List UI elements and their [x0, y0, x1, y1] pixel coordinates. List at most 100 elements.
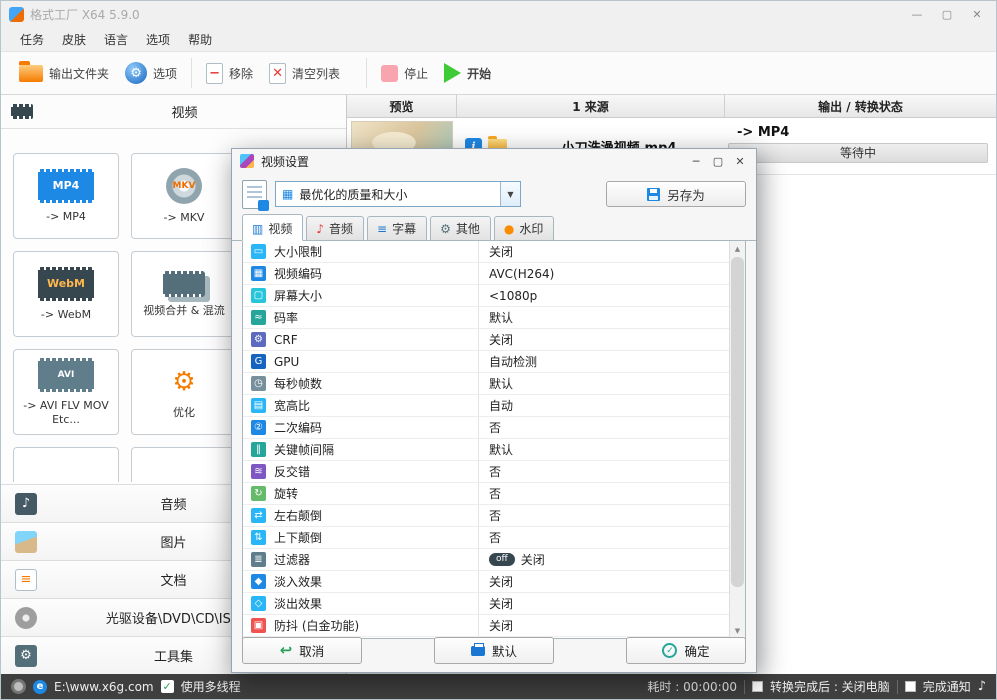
scrollbar-thumb[interactable] — [731, 257, 744, 587]
setting-row[interactable]: ⚙ CRF 关闭 — [243, 329, 729, 351]
multithread-label: 使用多线程 — [180, 680, 241, 694]
setting-value[interactable]: 默认 — [489, 375, 513, 392]
format-card-avi[interactable]: AVI -> AVI FLV MOV Etc... — [13, 349, 119, 435]
output-folder-button[interactable]: 输出文件夹 — [11, 60, 117, 87]
window-title: 格式工厂 X64 5.9.0 — [30, 7, 140, 22]
chevron-down-icon[interactable]: ▼ — [500, 182, 520, 206]
setting-row[interactable]: ▣ 防抖 (白金功能) 关闭 — [243, 615, 729, 637]
default-button[interactable]: 默认 — [434, 637, 554, 664]
maximize-button[interactable]: ▢ — [932, 3, 962, 25]
tab-watermark[interactable]: ● 水印 — [493, 216, 555, 240]
setting-value[interactable]: 关闭 — [489, 331, 513, 348]
setting-row[interactable]: ⇅ 上下颠倒 否 — [243, 527, 729, 549]
setting-value[interactable]: 关闭 — [489, 595, 513, 612]
mkv-format-icon: MKV — [166, 167, 202, 204]
scroll-down-icon[interactable]: ▼ — [730, 623, 745, 638]
minimize-button[interactable]: — — [902, 3, 932, 25]
video-section-header[interactable]: 视频 — [1, 95, 346, 129]
column-output-state[interactable]: 输出 / 转换状态 — [725, 95, 996, 117]
setting-value[interactable]: AVC(H264) — [489, 267, 554, 281]
setting-value[interactable]: 否 — [489, 529, 501, 546]
setting-row[interactable]: ↻ 旋转 否 — [243, 483, 729, 505]
format-card[interactable] — [13, 447, 119, 482]
setting-row[interactable]: ≣ 过滤器 off 关闭 — [243, 549, 729, 571]
site-path[interactable]: E:\www.x6g.com — [54, 680, 154, 694]
cancel-arrow-icon: ↩ — [279, 641, 293, 659]
setting-value[interactable]: 否 — [489, 463, 501, 480]
dialog-maximize-button[interactable]: ▢ — [708, 152, 728, 170]
options-button[interactable]: ⚙ 选项 — [117, 57, 185, 89]
close-button[interactable]: ✕ — [962, 3, 992, 25]
setting-value[interactable]: 否 — [489, 485, 501, 502]
clear-list-button[interactable]: ✕ 清空列表 — [261, 58, 348, 89]
tab-audio[interactable]: ♪ 音频 — [306, 216, 365, 240]
setting-value[interactable]: 自动检测 — [489, 353, 537, 370]
setting-row[interactable]: ② 二次编码 否 — [243, 417, 729, 439]
menu-help[interactable]: 帮助 — [179, 29, 221, 50]
setting-label: 宽高比 — [274, 399, 311, 413]
notify-checkbox[interactable] — [904, 681, 916, 692]
setting-row[interactable]: ≈ 码率 默认 — [243, 307, 729, 329]
setting-value[interactable]: 关闭 — [489, 617, 513, 634]
menu-options[interactable]: 选项 — [137, 29, 179, 50]
start-play-icon — [444, 63, 462, 83]
save-as-button[interactable]: 另存为 — [606, 181, 746, 207]
fade-out-icon: ◇ — [251, 596, 266, 611]
setting-row[interactable]: ▢ 屏幕大小 <1080p — [243, 285, 729, 307]
setting-row[interactable]: ▤ 宽高比 自动 — [243, 395, 729, 417]
dialog-title-bar[interactable]: 视频设置 ─ ▢ ✕ — [232, 149, 756, 173]
remove-button[interactable]: − 移除 — [198, 58, 261, 89]
setting-row[interactable]: G GPU 自动检测 — [243, 351, 729, 373]
menu-skin[interactable]: 皮肤 — [53, 29, 95, 50]
start-button[interactable]: 开始 — [436, 58, 499, 88]
tab-subtitle[interactable]: ≡ 字幕 — [367, 216, 428, 240]
setting-row[interactable]: ◆ 淡入效果 关闭 — [243, 571, 729, 593]
cancel-button[interactable]: ↩ 取消 — [242, 637, 362, 664]
setting-row[interactable]: ▦ 视频编码 AVC(H264) — [243, 263, 729, 285]
menu-task[interactable]: 任务 — [11, 29, 53, 50]
column-preview[interactable]: 预览 — [347, 95, 457, 117]
setting-row[interactable]: ⇄ 左右颠倒 否 — [243, 505, 729, 527]
setting-value[interactable]: 否 — [489, 507, 501, 524]
setting-row[interactable]: ‖ 关键帧间隔 默认 — [243, 439, 729, 461]
setting-row[interactable]: ◷ 每秒帧数 默认 — [243, 373, 729, 395]
format-card-optimize[interactable]: ⚙ 优化 — [131, 349, 237, 435]
format-card-webm[interactable]: WebM -> WebM — [13, 251, 119, 337]
format-card-mkv[interactable]: MKV -> MKV — [131, 153, 237, 239]
setting-label: 屏幕大小 — [274, 289, 323, 303]
column-source[interactable]: 1 来源 — [457, 95, 725, 117]
settings-scrollbar[interactable]: ▲ ▼ — [729, 241, 745, 638]
format-card[interactable] — [131, 447, 237, 482]
setting-value[interactable]: 默认 — [489, 441, 513, 458]
dialog-close-button[interactable]: ✕ — [730, 152, 750, 170]
setting-row[interactable]: ◇ 淡出效果 关闭 — [243, 593, 729, 615]
dialog-minimize-button[interactable]: ─ — [686, 152, 706, 170]
statusbar-separator — [896, 679, 898, 694]
setting-value[interactable]: 关闭 — [489, 243, 513, 260]
format-card-merge[interactable]: 视频合并 & 混流 — [131, 251, 237, 337]
setting-value[interactable]: 关闭 — [521, 551, 545, 568]
setting-value[interactable]: 关闭 — [489, 573, 513, 590]
scroll-up-icon[interactable]: ▲ — [730, 241, 745, 256]
shutdown-checkbox[interactable] — [752, 681, 763, 692]
setting-row[interactable]: ≋ 反交错 否 — [243, 461, 729, 483]
statusbar-separator — [744, 679, 745, 694]
tab-other[interactable]: ⚙ 其他 — [430, 216, 491, 240]
ok-button[interactable]: ✓ 确定 — [626, 637, 746, 664]
video-settings-dialog: 视频设置 ─ ▢ ✕ ▦ 最优化的质量和大小 ▼ 另存为 ▥ 视频 ♪ 音频 ≡… — [231, 148, 757, 673]
stop-button[interactable]: 停止 — [373, 60, 436, 87]
watermark-tab-icon: ● — [503, 221, 515, 236]
fade-in-icon: ◆ — [251, 574, 266, 589]
setting-value[interactable]: 否 — [489, 419, 501, 436]
notify-sound-icon[interactable]: ♪ — [978, 679, 986, 694]
profile-select[interactable]: ▦ 最优化的质量和大小 ▼ — [275, 181, 521, 207]
setting-value[interactable]: <1080p — [489, 289, 537, 303]
stop-label: 停止 — [404, 66, 429, 81]
format-card-mp4[interactable]: MP4 -> MP4 — [13, 153, 119, 239]
multithread-check-icon[interactable]: ✓ — [160, 680, 174, 693]
setting-row[interactable]: ▭ 大小限制 关闭 — [243, 241, 729, 263]
setting-value[interactable]: 自动 — [489, 397, 513, 414]
menu-language[interactable]: 语言 — [95, 29, 137, 50]
tab-video[interactable]: ▥ 视频 — [242, 214, 304, 241]
setting-value[interactable]: 默认 — [489, 309, 513, 326]
